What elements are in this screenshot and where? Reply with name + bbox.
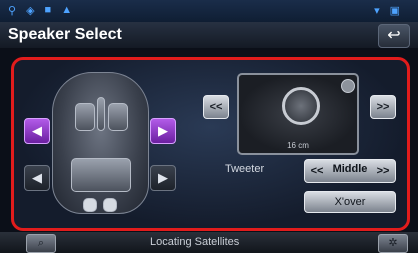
- car-diagram: [52, 72, 149, 214]
- speaker-icon: ◀: [32, 123, 42, 138]
- seat-front-right: [108, 103, 128, 131]
- title-bar: Speaker Select ↩: [0, 22, 418, 48]
- gear-icon: [341, 79, 355, 93]
- speaker-icon: ▶: [158, 123, 168, 138]
- seat-rear: [71, 158, 131, 192]
- speaker-cone-icon: [282, 87, 320, 125]
- size-prev-button[interactable]: <<: [203, 95, 229, 119]
- tweeter-selector: << Middle >>: [304, 159, 396, 183]
- front-left-speaker-button[interactable]: ◀: [24, 118, 50, 144]
- nav-button[interactable]: ⌕: [26, 234, 56, 253]
- rear-left-speaker-button[interactable]: ◀: [24, 165, 50, 191]
- settings-button[interactable]: ✲: [378, 234, 408, 253]
- bottom-bar: ⌕ Locating Satellites ✲: [0, 232, 418, 253]
- speaker-icon: ◀: [32, 170, 42, 185]
- car-icon: ⚲: [8, 5, 17, 17]
- phone-icon: ■: [44, 4, 52, 16]
- rear-speaker-left[interactable]: [83, 198, 97, 212]
- tweeter-value: Middle: [332, 163, 368, 175]
- bluetooth-icon: ▣: [389, 5, 400, 17]
- wifi-icon: ▾: [374, 5, 380, 17]
- warning-icon: ▲: [61, 4, 73, 16]
- tweeter-label: Tweeter: [225, 163, 265, 175]
- xover-button[interactable]: X'over: [304, 191, 396, 213]
- speaker-icon: ▶: [158, 170, 168, 185]
- status-bar: ⚲ ◈ ■ ▲ ▾ ▣: [0, 0, 418, 22]
- front-right-speaker-button[interactable]: ▶: [150, 118, 176, 144]
- center-console: [97, 97, 105, 131]
- size-next-button[interactable]: >>: [370, 95, 396, 119]
- back-button[interactable]: ↩: [378, 24, 410, 48]
- speaker-size-label: 16 cm: [287, 141, 309, 150]
- gps-status-text: Locating Satellites: [150, 236, 240, 248]
- status-icons-right: ▾ ▣: [374, 4, 400, 17]
- status-icons-left: ⚲ ◈ ■ ▲: [8, 4, 72, 17]
- tweeter-prev-button[interactable]: <<: [307, 160, 327, 182]
- nav-icon: ⌕: [37, 237, 45, 249]
- tweeter-next-button[interactable]: >>: [373, 160, 393, 182]
- gps-icon: ◈: [26, 5, 35, 17]
- rear-right-speaker-button[interactable]: ▶: [150, 165, 176, 191]
- seat-front-left: [75, 103, 95, 131]
- rear-speaker-right[interactable]: [103, 198, 117, 212]
- settings-icon: ✲: [388, 237, 398, 249]
- page-title: Speaker Select: [8, 26, 122, 43]
- return-icon: ↩: [387, 27, 401, 44]
